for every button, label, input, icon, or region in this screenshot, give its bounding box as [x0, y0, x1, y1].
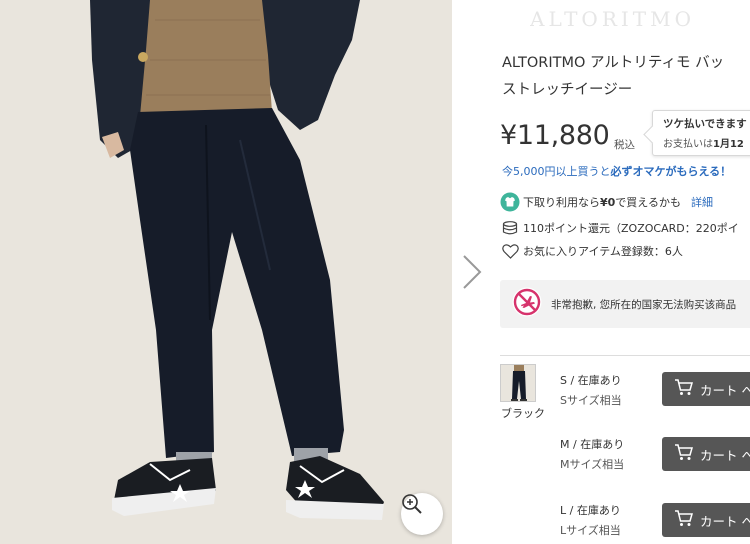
- region-notice-text: 非常抱歉, 您所在的国家无法购买该商品: [551, 298, 737, 311]
- product-info-panel: ALTORITMO ALTORITMO アルトリティモ バッ ストレッチイージー…: [500, 0, 750, 544]
- promo-link[interactable]: 今5,000円以上買うと必ずオマケがもらえる！: [502, 163, 731, 179]
- zoom-in-icon: [402, 494, 422, 514]
- product-title-line1: ALTORITMO アルトリティモ バッ: [502, 55, 725, 71]
- color-name: ブラック: [501, 407, 545, 420]
- tshirt-recycle-icon: [500, 192, 520, 212]
- size-stock-text: S / 在庫あり: [560, 374, 622, 387]
- divider: [500, 355, 750, 356]
- product-image[interactable]: [0, 0, 452, 544]
- add-to-cart-button-s[interactable]: カート へ: [662, 372, 750, 406]
- color-swatch[interactable]: [500, 364, 536, 402]
- tradein-suffix: で買えるかも: [615, 196, 681, 209]
- size-option-m: M / 在庫あり Mサイズ相当: [560, 436, 624, 472]
- coin-stack-icon: [500, 221, 520, 235]
- cart-icon: [674, 378, 694, 400]
- size-stock-text: M / 在庫あり: [560, 438, 625, 451]
- no-entry-plane-icon: [512, 287, 542, 321]
- tradein-prefix: 下取り利用なら: [523, 196, 600, 209]
- points-text: 110ポイント還元（ZOZOCARD：220ポイ: [523, 222, 739, 235]
- product-title-line2: ストレッチイージー: [502, 82, 633, 98]
- favorites-text: お気に入りアイテム登録数：6人: [523, 245, 683, 258]
- paylater-tooltip: ツケ払いできます お支払いは1月12: [652, 110, 750, 156]
- paylater-title: ツケ払いできます: [663, 118, 747, 130]
- points-row: 110ポイント還元（ZOZOCARD：220ポイ: [500, 220, 739, 236]
- cart-label: カート へ: [700, 382, 750, 398]
- product-photo-illustration: [0, 0, 452, 544]
- product-price: ¥11,880: [500, 120, 610, 151]
- size-option-l: L / 在庫あり Lサイズ相当: [560, 502, 621, 538]
- favorites-row: お気に入りアイテム登録数：6人: [500, 243, 683, 259]
- zoom-button[interactable]: [401, 493, 443, 535]
- promo-bold: 必ずオマケがもらえる！: [610, 165, 732, 178]
- tax-label: 税込: [614, 139, 635, 151]
- size-stock-text: L / 在庫あり: [560, 504, 621, 517]
- brand-logo: ALTORITMO: [530, 7, 695, 31]
- product-title: ALTORITMO アルトリティモ バッ ストレッチイージー: [502, 50, 750, 104]
- tradein-bold: ¥0: [600, 195, 616, 209]
- size-fit-text: Mサイズ相当: [560, 458, 625, 471]
- color-swatch-thumbnail: [501, 365, 535, 401]
- cart-label: カート へ: [700, 513, 750, 529]
- chevron-right-icon: [463, 255, 482, 289]
- tradein-row: 下取り利用なら ¥0 で買えるかも 詳細: [500, 192, 713, 212]
- svg-text:ALTORITMO: ALTORITMO: [530, 7, 695, 31]
- promo-prefix: 今5,000円以上買うと: [502, 165, 611, 178]
- add-to-cart-button-l[interactable]: カート へ: [662, 503, 750, 537]
- next-image-button[interactable]: [458, 252, 486, 292]
- cart-label: カート へ: [700, 447, 750, 463]
- size-option-s: S / 在庫あり Sサイズ相当: [560, 372, 622, 408]
- region-notice: 非常抱歉, 您所在的国家无法购买该商品: [500, 280, 750, 328]
- paylater-date-text: お支払いは1月12: [663, 139, 744, 150]
- size-fit-text: Lサイズ相当: [560, 524, 621, 537]
- heart-outline-icon[interactable]: [500, 243, 520, 259]
- cart-icon: [674, 509, 694, 531]
- add-to-cart-button-m[interactable]: カート へ: [662, 437, 750, 471]
- size-fit-text: Sサイズ相当: [560, 394, 622, 407]
- cart-icon: [674, 443, 694, 465]
- tradein-detail-link[interactable]: 詳細: [691, 194, 713, 210]
